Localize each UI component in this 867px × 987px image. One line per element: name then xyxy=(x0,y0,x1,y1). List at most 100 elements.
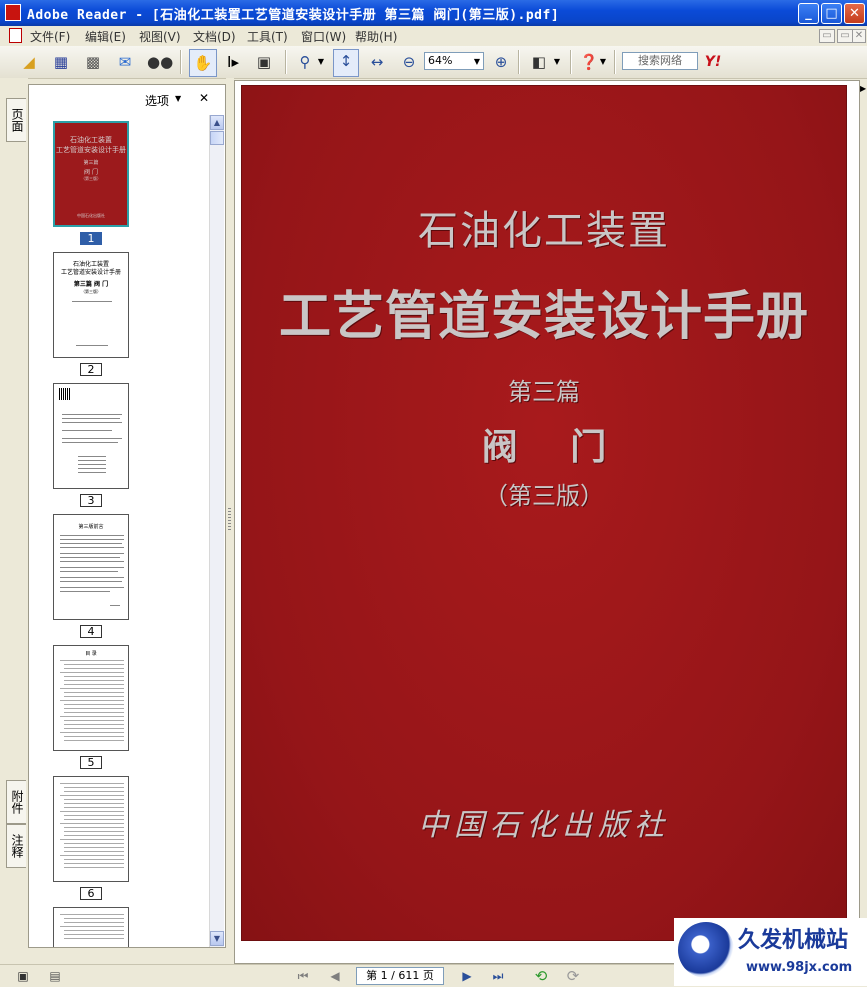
scroll-down-icon[interactable]: ▼ xyxy=(210,931,224,946)
panel-header: 选项 ▼ ✕ xyxy=(29,85,225,112)
pdf-document-icon[interactable] xyxy=(9,28,22,43)
thumb-cover-line2: 工艺管道安装设计手册 xyxy=(56,146,126,154)
thumb-cover-line4: 阀 门 xyxy=(84,169,98,176)
snapshot-camera-icon[interactable]: ▣ xyxy=(253,51,275,73)
menu-edit[interactable]: 编辑(E) xyxy=(85,28,126,45)
navigation-tabs: 页面 附件 注释 xyxy=(0,78,28,968)
web-search-input[interactable]: 搜索网络 xyxy=(622,52,698,70)
minimize-button[interactable]: _ xyxy=(798,3,819,24)
yahoo-icon[interactable]: Y! xyxy=(702,51,724,73)
cover-part: 第三篇 xyxy=(508,378,580,406)
options-chevron-icon[interactable]: ▼ xyxy=(175,94,181,103)
scroll-right-icon[interactable]: ▶ xyxy=(860,84,866,93)
email-icon[interactable]: ✉ xyxy=(114,51,136,73)
thumb2-line3: 第三篇 阀 门 xyxy=(73,281,109,288)
page-thumbnail[interactable] xyxy=(53,383,129,489)
open-icon[interactable]: ◢ xyxy=(18,51,40,73)
thumb-cover-publisher: 中国石化出版社 xyxy=(77,213,105,218)
window-title: Adobe Reader - [石油化工装置工艺管道安装设计手册 第三篇 阀门(… xyxy=(27,8,560,23)
fit-width-icon[interactable]: ↔ xyxy=(366,51,388,73)
barcode-icon xyxy=(59,388,71,400)
thumb-label-5[interactable]: 5 xyxy=(80,756,102,769)
menu-file[interactable]: 文件(F) xyxy=(30,28,70,45)
last-page-icon[interactable]: ⏭ xyxy=(489,968,507,984)
page-thumbnail[interactable]: 目 录 xyxy=(53,645,129,751)
thumb-cover-line5: （第三版） xyxy=(81,176,101,181)
thumb-label-2[interactable]: 2 xyxy=(80,363,102,376)
pages-panel: 选项 ▼ ✕ 石油化工装置 工艺管道安装设计手册 第三篇 阀 门 （第三版） 中… xyxy=(28,84,226,948)
zoom-out-icon[interactable]: ⊖ xyxy=(398,51,420,73)
search-binoculars-icon[interactable]: ●● xyxy=(147,51,173,73)
go-back-icon[interactable]: ⟲ xyxy=(532,968,550,984)
options-menu[interactable]: 选项 xyxy=(145,92,169,109)
help-icon[interactable]: ❓ xyxy=(578,51,600,73)
select-text-icon[interactable]: I▸ xyxy=(222,51,244,73)
thumb-label-1[interactable]: 1 xyxy=(80,232,102,245)
toolbar: ◢ ▦ ▩ ✉ ●● ✋ I▸ ▣ ⚲ ▼ ↕ ↔ ⊖ 64% ▼ ⊕ ◧ ▼ … xyxy=(0,46,867,79)
page-thumbnail[interactable]: 石油化工装置 工艺管道安装设计手册 第三篇 阀 门 （第三版） xyxy=(53,252,129,358)
thumbnail-list: 石油化工装置 工艺管道安装设计手册 第三篇 阀 门 （第三版） 中国石化出版社 … xyxy=(31,115,207,947)
save-icon[interactable]: ▦ xyxy=(50,51,72,73)
doc-minimize-icon[interactable]: ▭ xyxy=(837,29,853,43)
menu-view[interactable]: 视图(V) xyxy=(139,28,181,45)
cover-publisher: 中国石化出版社 xyxy=(418,808,670,843)
cover-page: 石油化工装置 工艺管道安装设计手册 第三篇 阀 门 （第三版） 中国石化出版社 xyxy=(241,85,847,941)
zoom-dropdown-icon[interactable]: ▼ xyxy=(472,51,482,73)
page-thumbnail[interactable] xyxy=(53,776,129,882)
doc-restore-icon[interactable]: ▭ xyxy=(819,29,835,43)
help-dropdown-icon[interactable]: ▼ xyxy=(598,51,608,73)
page-number-field[interactable]: 第 1 / 611 页 xyxy=(356,967,444,985)
thumb-label-3[interactable]: 3 xyxy=(80,494,102,507)
page-thumbnail[interactable]: 第三版前言 xyxy=(53,514,129,620)
menu-window[interactable]: 窗口(W) xyxy=(301,28,346,45)
thumb2-line4: （第三版） xyxy=(81,289,101,294)
page-layout-icon[interactable]: ▣ xyxy=(14,968,32,984)
watermark-brand: 久发机械站 xyxy=(738,927,849,953)
pages-dropdown-icon[interactable]: ▼ xyxy=(552,51,562,73)
menu-document[interactable]: 文档(D) xyxy=(193,28,236,45)
thumb-label-4[interactable]: 4 xyxy=(80,625,102,638)
thumb-cover-line1: 石油化工装置 xyxy=(70,136,112,144)
menu-bar: 文件(F) 编辑(E) 视图(V) 文档(D) 工具(T) 窗口(W) 帮助(H… xyxy=(0,26,867,46)
tab-attachments[interactable]: 附件 xyxy=(6,780,26,824)
close-button[interactable]: ✕ xyxy=(844,3,865,24)
scroll-up-icon[interactable]: ▲ xyxy=(210,115,224,130)
panel-splitter[interactable] xyxy=(226,78,234,968)
pages-icon[interactable]: ◧ xyxy=(528,51,550,73)
thumbnail-scrollbar[interactable]: ▲ ▼ xyxy=(209,115,224,947)
hand-tool-icon[interactable]: ✋ xyxy=(189,49,217,77)
right-scroll-strip[interactable]: ▶ xyxy=(860,80,867,964)
watermark-url: www.98jx.com xyxy=(746,960,853,975)
zoom-in-icon[interactable]: ⊕ xyxy=(490,51,512,73)
cover-title-line2: 工艺管道安装设计手册 xyxy=(278,286,809,347)
tab-comments[interactable]: 注释 xyxy=(6,824,26,868)
cover-title-line1: 石油化工装置 xyxy=(418,208,670,254)
page-thumbnail[interactable]: 石油化工装置 工艺管道安装设计手册 第三篇 阀 门 （第三版） 中国石化出版社 xyxy=(53,121,129,227)
chevron-down-icon[interactable]: ▼ xyxy=(316,51,326,73)
thumb2-line2: 工艺管道安装设计手册 xyxy=(60,269,121,276)
page-thumbnail[interactable] xyxy=(53,907,129,947)
go-forward-icon[interactable]: ⟳ xyxy=(564,968,582,984)
single-page-icon[interactable]: ▤ xyxy=(46,968,64,984)
panel-close-button[interactable]: ✕ xyxy=(199,91,209,105)
tab-pages[interactable]: 页面 xyxy=(6,98,26,142)
watermark-logo-icon xyxy=(678,922,734,978)
actual-size-icon[interactable]: ↕ xyxy=(333,49,359,77)
cover-edition: （第三版） xyxy=(484,482,604,510)
first-page-icon[interactable]: ⏮ xyxy=(294,968,312,984)
document-view[interactable]: 石油化工装置 工艺管道安装设计手册 第三篇 阀 门 （第三版） 中国石化出版社 xyxy=(234,80,860,964)
site-watermark: 久发机械站 www.98jx.com xyxy=(674,918,867,986)
menu-help[interactable]: 帮助(H) xyxy=(355,28,397,45)
doc-close-icon[interactable]: ✕ xyxy=(852,29,866,43)
print-icon[interactable]: ▩ xyxy=(82,51,104,73)
menu-tools[interactable]: 工具(T) xyxy=(247,28,288,45)
thumb-cover-line3: 第三篇 xyxy=(83,160,99,166)
maximize-button[interactable]: □ xyxy=(821,3,842,24)
next-page-icon[interactable]: ▶ xyxy=(458,968,476,984)
thumb-label-6[interactable]: 6 xyxy=(80,887,102,900)
title-bar: Adobe Reader - [石油化工装置工艺管道安装设计手册 第三篇 阀门(… xyxy=(0,0,867,26)
previous-page-icon[interactable]: ◀ xyxy=(326,968,344,984)
zoom-in-tool-icon[interactable]: ⚲ xyxy=(294,51,316,73)
thumb4-title: 第三版前言 xyxy=(78,524,104,530)
scroll-thumb[interactable] xyxy=(210,131,224,145)
